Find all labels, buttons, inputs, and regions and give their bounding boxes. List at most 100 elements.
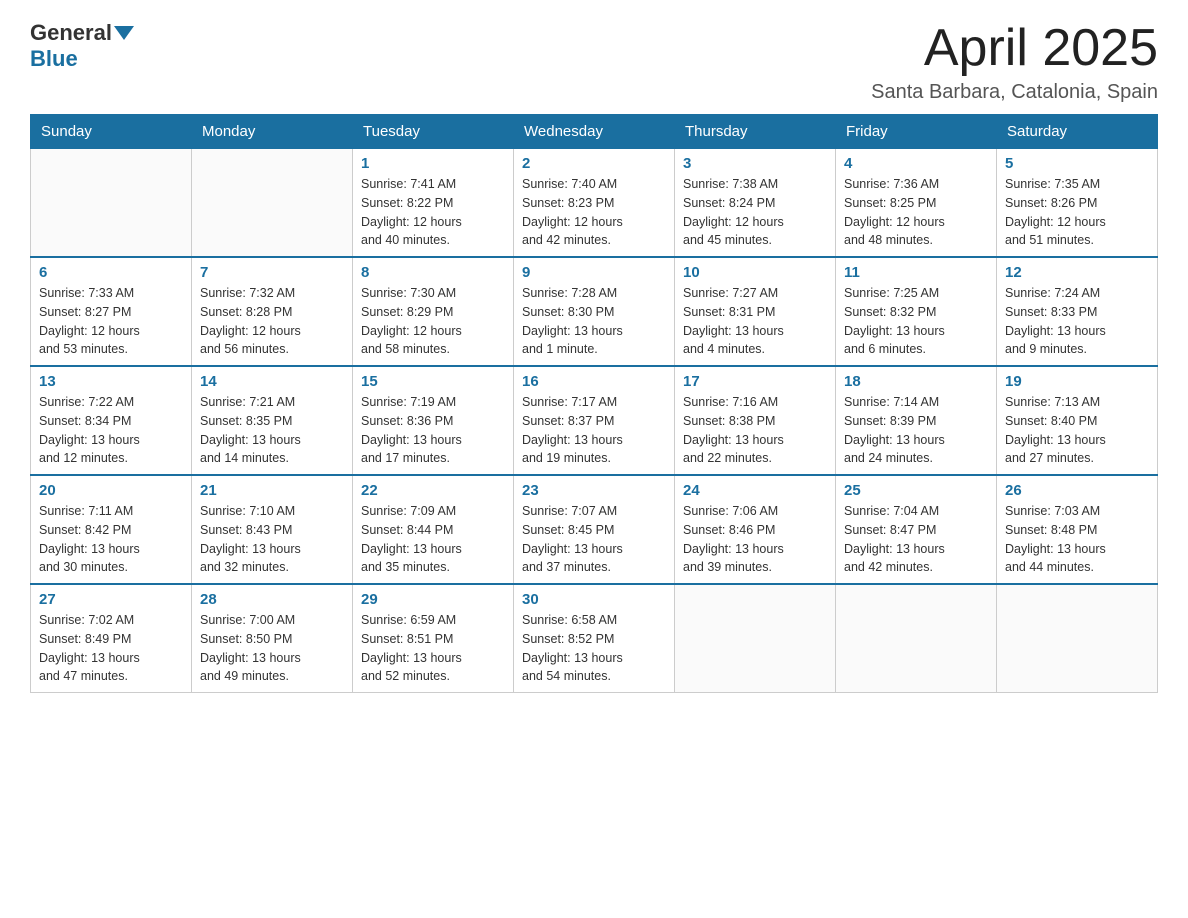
calendar-cell: 11 Sunrise: 7:25 AM Sunset: 8:32 PM Dayli… (836, 257, 997, 366)
day-number: 22 (361, 482, 505, 499)
calendar-cell: 25 Sunrise: 7:04 AM Sunset: 8:47 PM Dayli… (836, 475, 997, 584)
day-info: Sunrise: 7:16 AM Sunset: 8:38 PM Dayligh… (683, 393, 827, 468)
day-number: 15 (361, 373, 505, 390)
day-info: Sunrise: 7:35 AM Sunset: 8:26 PM Dayligh… (1005, 175, 1149, 250)
day-info: Sunrise: 7:00 AM Sunset: 8:50 PM Dayligh… (200, 611, 344, 686)
day-info: Sunrise: 7:28 AM Sunset: 8:30 PM Dayligh… (522, 284, 666, 359)
day-number: 18 (844, 373, 988, 390)
calendar-week-row: 6Sunrise: 7:33 AM Sunset: 8:27 PM Daylig… (31, 257, 1158, 366)
calendar-cell: 21Sunrise: 7:10 AM Sunset: 8:43 PM Dayli… (192, 475, 353, 584)
calendar-header-thursday: Thursday (675, 115, 836, 149)
logo: General Blue (30, 20, 136, 72)
calendar-cell: 28 Sunrise: 7:00 AM Sunset: 8:50 PM Dayli… (192, 584, 353, 693)
calendar-header-row: SundayMondayTuesdayWednesdayThursdayFrid… (31, 115, 1158, 149)
calendar-cell (31, 149, 192, 258)
calendar-cell: 2 Sunrise: 7:40 AM Sunset: 8:23 PM Daylig… (514, 149, 675, 258)
day-info: Sunrise: 7:04 AM Sunset: 8:47 PM Dayligh… (844, 502, 988, 577)
day-number: 29 (361, 591, 505, 608)
month-title: April 2025 (871, 20, 1158, 77)
location-subtitle: Santa Barbara, Catalonia, Spain (871, 81, 1158, 104)
calendar-cell: 20 Sunrise: 7:11 AM Sunset: 8:42 PM Dayli… (31, 475, 192, 584)
calendar-cell: 7Sunrise: 7:32 AM Sunset: 8:28 PM Daylig… (192, 257, 353, 366)
day-number: 4 (844, 155, 988, 172)
day-number: 21 (200, 482, 344, 499)
day-number: 1 (361, 155, 505, 172)
day-number: 28 (200, 591, 344, 608)
calendar-cell: 23 Sunrise: 7:07 AM Sunset: 8:45 PM Dayli… (514, 475, 675, 584)
calendar-cell: 10Sunrise: 7:27 AM Sunset: 8:31 PM Dayli… (675, 257, 836, 366)
day-number: 23 (522, 482, 666, 499)
day-number: 24 (683, 482, 827, 499)
day-number: 5 (1005, 155, 1149, 172)
calendar-cell (997, 584, 1158, 693)
calendar-cell: 12 Sunrise: 7:24 AM Sunset: 8:33 PM Dayli… (997, 257, 1158, 366)
day-number: 6 (39, 264, 183, 281)
calendar-table: SundayMondayTuesdayWednesdayThursdayFrid… (30, 114, 1158, 693)
day-number: 25 (844, 482, 988, 499)
day-info: Sunrise: 6:59 AM Sunset: 8:51 PM Dayligh… (361, 611, 505, 686)
calendar-cell: 17Sunrise: 7:16 AM Sunset: 8:38 PM Dayli… (675, 366, 836, 475)
calendar-cell: 6Sunrise: 7:33 AM Sunset: 8:27 PM Daylig… (31, 257, 192, 366)
day-number: 20 (39, 482, 183, 499)
day-info: Sunrise: 7:11 AM Sunset: 8:42 PM Dayligh… (39, 502, 183, 577)
calendar-cell: 9 Sunrise: 7:28 AM Sunset: 8:30 PM Daylig… (514, 257, 675, 366)
day-info: Sunrise: 7:25 AM Sunset: 8:32 PM Dayligh… (844, 284, 988, 359)
calendar-cell: 13Sunrise: 7:22 AM Sunset: 8:34 PM Dayli… (31, 366, 192, 475)
day-number: 30 (522, 591, 666, 608)
day-info: Sunrise: 7:30 AM Sunset: 8:29 PM Dayligh… (361, 284, 505, 359)
calendar-cell: 27 Sunrise: 7:02 AM Sunset: 8:49 PM Dayli… (31, 584, 192, 693)
day-number: 27 (39, 591, 183, 608)
calendar-cell: 29 Sunrise: 6:59 AM Sunset: 8:51 PM Dayli… (353, 584, 514, 693)
day-info: Sunrise: 7:40 AM Sunset: 8:23 PM Dayligh… (522, 175, 666, 250)
calendar-cell: 30Sunrise: 6:58 AM Sunset: 8:52 PM Dayli… (514, 584, 675, 693)
calendar-cell: 18 Sunrise: 7:14 AM Sunset: 8:39 PM Dayli… (836, 366, 997, 475)
calendar-cell: 24 Sunrise: 7:06 AM Sunset: 8:46 PM Dayli… (675, 475, 836, 584)
day-info: Sunrise: 7:19 AM Sunset: 8:36 PM Dayligh… (361, 393, 505, 468)
calendar-cell: 14 Sunrise: 7:21 AM Sunset: 8:35 PM Dayli… (192, 366, 353, 475)
calendar-cell: 8 Sunrise: 7:30 AM Sunset: 8:29 PM Daylig… (353, 257, 514, 366)
calendar-cell (836, 584, 997, 693)
calendar-cell: 15 Sunrise: 7:19 AM Sunset: 8:36 PM Dayli… (353, 366, 514, 475)
day-number: 14 (200, 373, 344, 390)
day-number: 9 (522, 264, 666, 281)
day-info: Sunrise: 7:21 AM Sunset: 8:35 PM Dayligh… (200, 393, 344, 468)
day-info: Sunrise: 7:09 AM Sunset: 8:44 PM Dayligh… (361, 502, 505, 577)
day-info: Sunrise: 7:02 AM Sunset: 8:49 PM Dayligh… (39, 611, 183, 686)
calendar-cell: 1 Sunrise: 7:41 AM Sunset: 8:22 PM Daylig… (353, 149, 514, 258)
day-info: Sunrise: 7:06 AM Sunset: 8:46 PM Dayligh… (683, 502, 827, 577)
day-info: Sunrise: 7:07 AM Sunset: 8:45 PM Dayligh… (522, 502, 666, 577)
calendar-header-monday: Monday (192, 115, 353, 149)
day-info: Sunrise: 7:13 AM Sunset: 8:40 PM Dayligh… (1005, 393, 1149, 468)
day-number: 16 (522, 373, 666, 390)
day-number: 2 (522, 155, 666, 172)
logo-general-text: General (30, 20, 112, 46)
day-info: Sunrise: 7:14 AM Sunset: 8:39 PM Dayligh… (844, 393, 988, 468)
calendar-cell (192, 149, 353, 258)
calendar-header-friday: Friday (836, 115, 997, 149)
day-info: Sunrise: 7:38 AM Sunset: 8:24 PM Dayligh… (683, 175, 827, 250)
logo-arrow-icon (114, 26, 134, 40)
calendar-header-tuesday: Tuesday (353, 115, 514, 149)
calendar-header-wednesday: Wednesday (514, 115, 675, 149)
calendar-cell (675, 584, 836, 693)
day-number: 11 (844, 264, 988, 281)
calendar-week-row: 20 Sunrise: 7:11 AM Sunset: 8:42 PM Dayli… (31, 475, 1158, 584)
title-section: April 2025 Santa Barbara, Catalonia, Spa… (871, 20, 1158, 104)
calendar-cell: 19 Sunrise: 7:13 AM Sunset: 8:40 PM Dayli… (997, 366, 1158, 475)
day-info: Sunrise: 7:41 AM Sunset: 8:22 PM Dayligh… (361, 175, 505, 250)
day-number: 10 (683, 264, 827, 281)
calendar-header-saturday: Saturday (997, 115, 1158, 149)
logo-blue-text: Blue (30, 46, 78, 71)
day-info: Sunrise: 7:17 AM Sunset: 8:37 PM Dayligh… (522, 393, 666, 468)
day-number: 19 (1005, 373, 1149, 390)
calendar-cell: 26Sunrise: 7:03 AM Sunset: 8:48 PM Dayli… (997, 475, 1158, 584)
day-number: 12 (1005, 264, 1149, 281)
day-number: 3 (683, 155, 827, 172)
day-info: Sunrise: 7:03 AM Sunset: 8:48 PM Dayligh… (1005, 502, 1149, 577)
calendar-cell: 22 Sunrise: 7:09 AM Sunset: 8:44 PM Dayli… (353, 475, 514, 584)
day-info: Sunrise: 7:24 AM Sunset: 8:33 PM Dayligh… (1005, 284, 1149, 359)
day-info: Sunrise: 7:36 AM Sunset: 8:25 PM Dayligh… (844, 175, 988, 250)
day-number: 8 (361, 264, 505, 281)
calendar-week-row: 13Sunrise: 7:22 AM Sunset: 8:34 PM Dayli… (31, 366, 1158, 475)
day-number: 7 (200, 264, 344, 281)
